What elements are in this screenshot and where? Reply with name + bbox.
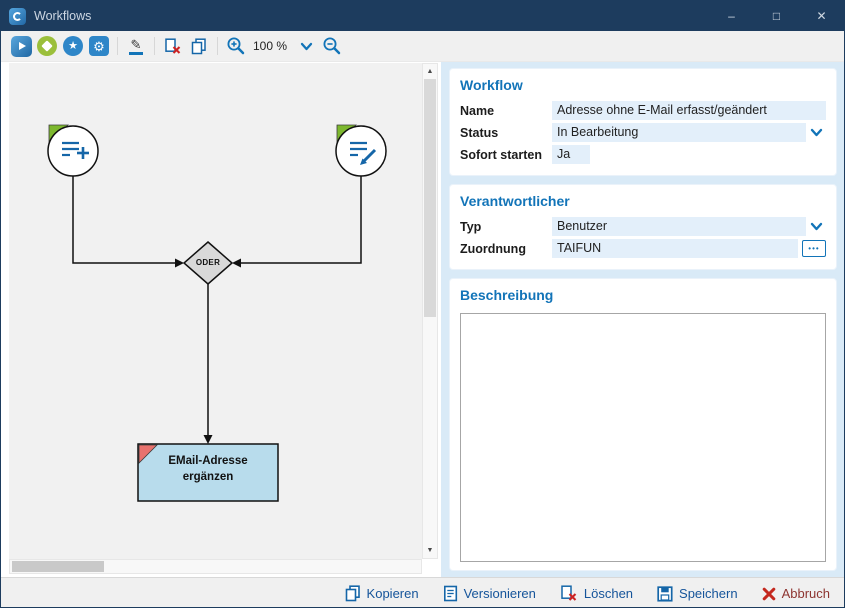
copy-element-button[interactable] [186, 34, 212, 58]
settings-button[interactable]: ⚙ [86, 34, 112, 58]
maximize-button[interactable]: □ [754, 1, 799, 31]
start-node-create-record[interactable] [48, 125, 98, 176]
chevron-down-icon [300, 42, 313, 51]
save-icon [657, 586, 673, 602]
close-button[interactable]: ✕ [799, 1, 844, 31]
zoom-dropdown-button[interactable] [293, 34, 319, 58]
name-label: Name [460, 104, 552, 118]
zuordnung-lookup-button[interactable]: ••• [802, 240, 826, 257]
footer-bar: Kopieren Versionieren Löschen [1, 577, 844, 608]
cancel-x-icon [762, 587, 776, 601]
speichern-button[interactable]: Speichern [657, 586, 738, 602]
workflow-heading: Workflow [460, 77, 826, 93]
status-label: Status [460, 126, 552, 140]
zoom-out-button[interactable] [319, 34, 345, 58]
kopieren-button[interactable]: Kopieren [345, 585, 419, 602]
vertical-scrollbar[interactable]: ▲ ▼ [422, 63, 438, 559]
toolbar-separator [117, 37, 118, 55]
loeschen-button[interactable]: Löschen [560, 585, 633, 602]
verantwortlicher-heading: Verantwortlicher [460, 193, 826, 209]
zoom-in-icon [226, 36, 246, 56]
abbruch-button[interactable]: Abbruch [762, 586, 830, 601]
start-node-edit-record[interactable] [336, 125, 386, 176]
scroll-up-icon[interactable]: ▲ [423, 68, 437, 75]
zoom-in-button[interactable] [223, 34, 249, 58]
typ-dropdown-button[interactable] [806, 222, 826, 231]
delete-document-icon [164, 38, 182, 55]
sofort-starten-input[interactable]: Ja [552, 145, 590, 164]
chevron-down-icon [810, 128, 823, 137]
name-row: Name Adresse ohne E-Mail erfasst/geänder… [460, 101, 826, 120]
app-window: Workflows – □ ✕ ★ ⚙ ✎ [0, 0, 845, 608]
tag-button[interactable] [34, 34, 60, 58]
zuordnung-row: Zuordnung TAIFUN ••• [460, 239, 826, 258]
sofort-row: Sofort starten Ja [460, 145, 826, 164]
star-icon: ★ [63, 36, 83, 56]
zuordnung-label: Zuordnung [460, 242, 552, 256]
ellipsis-icon: ••• [808, 244, 819, 253]
version-document-icon [443, 585, 458, 602]
copy-icon [345, 585, 361, 602]
workflow-icon [11, 36, 32, 57]
titlebar: Workflows – □ ✕ [1, 1, 844, 31]
workflow-canvas[interactable]: ODER EMail-Adresse ergänzen [9, 63, 422, 559]
properties-panel: Workflow Name Adresse ohne E-Mail erfass… [441, 62, 845, 577]
toolbar-separator [217, 37, 218, 55]
status-select[interactable]: In Bearbeitung [552, 123, 806, 142]
beschreibung-textarea[interactable] [460, 313, 826, 562]
typ-row: Typ Benutzer [460, 217, 826, 236]
copy-icon [191, 38, 207, 55]
delete-document-icon [560, 585, 578, 602]
favorite-button[interactable]: ★ [60, 34, 86, 58]
name-input[interactable]: Adresse ohne E-Mail erfasst/geändert [552, 101, 826, 120]
gear-icon: ⚙ [89, 36, 109, 56]
zoom-out-icon [322, 36, 342, 56]
horizontal-scrollbar-thumb[interactable] [12, 561, 104, 572]
workflow-card: Workflow Name Adresse ohne E-Mail erfass… [449, 68, 837, 176]
edit-color-button[interactable]: ✎ [123, 34, 149, 58]
status-row: Status In Bearbeitung [460, 123, 826, 142]
scroll-down-icon[interactable]: ▼ [423, 547, 437, 554]
typ-select[interactable]: Benutzer [552, 217, 806, 236]
connector-lines [73, 176, 361, 435]
beschreibung-card: Beschreibung [449, 278, 837, 571]
window-controls: – □ ✕ [709, 1, 844, 31]
sofort-starten-label: Sofort starten [460, 148, 552, 162]
versionieren-button[interactable]: Versionieren [443, 585, 536, 602]
minimize-button[interactable]: – [709, 1, 754, 31]
zuordnung-input[interactable]: TAIFUN [552, 239, 798, 258]
beschreibung-heading: Beschreibung [460, 287, 826, 303]
app-logo-icon [9, 8, 26, 25]
new-workflow-button[interactable] [8, 34, 34, 58]
window-title: Workflows [34, 9, 91, 23]
or-gateway-label: ODER [184, 258, 232, 267]
toolbar: ★ ⚙ ✎ [1, 31, 844, 62]
tag-icon [37, 36, 57, 56]
action-node-label: EMail-Adresse ergänzen [138, 454, 278, 485]
vertical-scrollbar-thumb[interactable] [424, 79, 436, 317]
horizontal-scrollbar[interactable] [9, 559, 422, 574]
verantwortlicher-card: Verantwortlicher Typ Benutzer Zuordnung … [449, 184, 837, 270]
status-dropdown-button[interactable] [806, 128, 826, 137]
typ-label: Typ [460, 220, 552, 234]
zoom-level-value[interactable]: 100 % [253, 39, 287, 53]
chevron-down-icon [810, 222, 823, 231]
pencil-icon: ✎ [129, 38, 143, 55]
toolbar-separator [154, 37, 155, 55]
delete-element-button[interactable] [160, 34, 186, 58]
